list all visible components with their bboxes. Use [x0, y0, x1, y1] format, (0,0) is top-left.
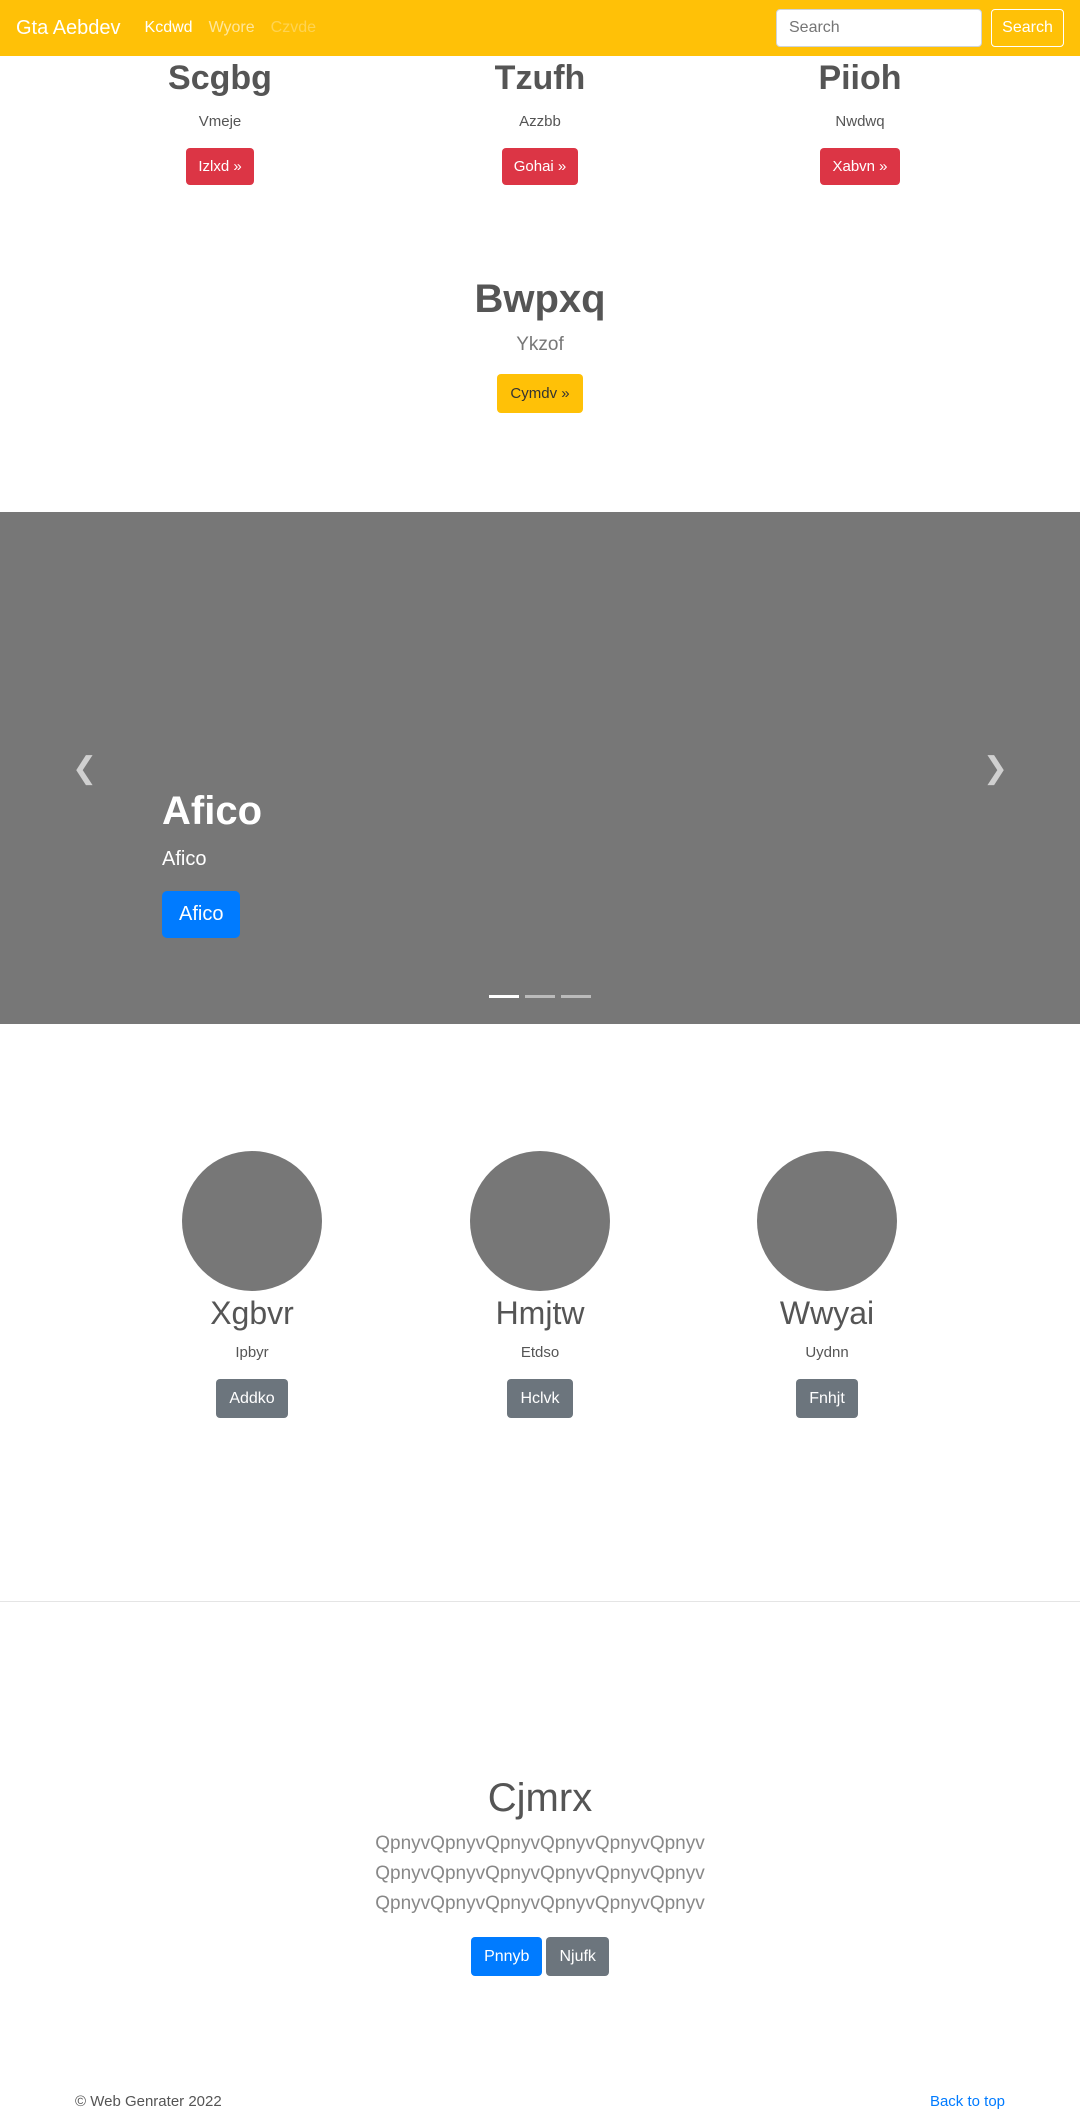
column-heading: Scgbg	[168, 59, 272, 97]
nav-link-wyore[interactable]: Wyore	[209, 19, 255, 37]
circle-subtitle: Uydnn	[805, 1344, 849, 1361]
carousel-button[interactable]: Afico	[162, 891, 241, 938]
circle-title: Hmjtw	[495, 1295, 585, 1331]
carousel: ❮ ❯ Afico Afico Afico	[0, 512, 1080, 1024]
carousel-title: Afico	[162, 789, 262, 833]
jumbotron-line: QpnyvQpnyvQpnyvQpnyvQpnyvQpnyv	[375, 1833, 705, 1854]
section-divider	[0, 1601, 1080, 1602]
carousel-subtitle: Afico	[162, 848, 207, 870]
column-2-button[interactable]: Gohai »	[501, 148, 579, 185]
circle-title: Wwyai	[779, 1295, 875, 1331]
circle-3-button[interactable]: Fnhjt	[796, 1379, 858, 1418]
top-column-1: Scgbg Vmeje Izlxd »	[70, 61, 370, 185]
carousel-indicator-1[interactable]	[489, 995, 519, 998]
back-to-top-link[interactable]: Back to top	[930, 2093, 1005, 2110]
search-input[interactable]	[776, 9, 982, 47]
circle-2-button[interactable]: Hclvk	[507, 1379, 573, 1418]
circle-title: Xgbvr	[210, 1295, 294, 1331]
feature-button[interactable]: Cymdv »	[497, 374, 583, 413]
chevron-left-icon[interactable]: ❮	[72, 754, 97, 784]
placeholder-image	[182, 1151, 322, 1291]
jumbotron-buttons: Pnnyb Njufk	[0, 1937, 1080, 1976]
footer-copyright: © Web Genrater 2022	[75, 2093, 222, 2110]
circle-subtitle: Ipbyr	[235, 1344, 269, 1361]
primary-button[interactable]: Pnnyb	[471, 1937, 543, 1976]
column-subtitle: Nwdwq	[835, 113, 885, 130]
column-heading: Tzufh	[494, 59, 586, 97]
jumbotron-title: Cjmrx	[487, 1776, 593, 1820]
placeholder-image	[757, 1151, 897, 1291]
jumbotron-line: QpnyvQpnyvQpnyvQpnyvQpnyvQpnyv	[375, 1893, 705, 1914]
carousel-indicators	[0, 995, 1080, 998]
navbar-brand[interactable]: Gta Aebdev	[16, 17, 121, 40]
top-column-2: Tzufh Azzbb Gohai »	[390, 61, 690, 185]
jumbotron: Cjmrx QpnyvQpnyvQpnyvQpnyvQpnyvQpnyv Qpn…	[0, 1776, 1080, 1976]
column-subtitle: Azzbb	[519, 113, 561, 130]
column-3-button[interactable]: Xabvn »	[820, 148, 900, 185]
top-column-3: Piioh Nwdwq Xabvn »	[710, 61, 1010, 185]
search-button[interactable]: Search	[991, 9, 1064, 47]
circle-1-button[interactable]: Addko	[216, 1379, 288, 1418]
placeholder-image	[470, 1151, 610, 1291]
top-navbar: Gta Aebdev Kcdwd Wyore Czvde Search	[0, 0, 1080, 56]
jumbotron-line: QpnyvQpnyvQpnyvQpnyvQpnyvQpnyv	[375, 1863, 705, 1884]
nav-link-kcdwd[interactable]: Kcdwd	[145, 19, 193, 37]
jumbotron-text: QpnyvQpnyvQpnyvQpnyvQpnyvQpnyv QpnyvQpny…	[0, 1829, 1080, 1919]
column-subtitle: Vmeje	[198, 113, 242, 130]
carousel-indicator-3[interactable]	[561, 995, 591, 998]
circle-column-3: Wwyai Uydnn Fnhjt	[727, 1151, 927, 1418]
chevron-right-icon[interactable]: ❯	[983, 754, 1008, 784]
nav-link-czvde: Czvde	[270, 19, 317, 36]
column-1-button[interactable]: Izlxd »	[186, 148, 254, 185]
feature-title: Bwpxq	[474, 277, 606, 321]
circle-column-2: Hmjtw Etdso Hclvk	[440, 1151, 640, 1418]
column-heading: Piioh	[818, 59, 902, 97]
feature-subtitle: Ykzof	[516, 334, 564, 355]
secondary-button[interactable]: Njufk	[546, 1937, 609, 1976]
carousel-indicator-2[interactable]	[525, 995, 555, 998]
carousel-caption: Afico Afico Afico	[162, 789, 262, 938]
feature-block: Bwpxq Ykzof Cymdv »	[0, 277, 1080, 413]
circle-column-1: Xgbvr Ipbyr Addko	[152, 1151, 352, 1418]
circle-subtitle: Etdso	[520, 1344, 560, 1361]
